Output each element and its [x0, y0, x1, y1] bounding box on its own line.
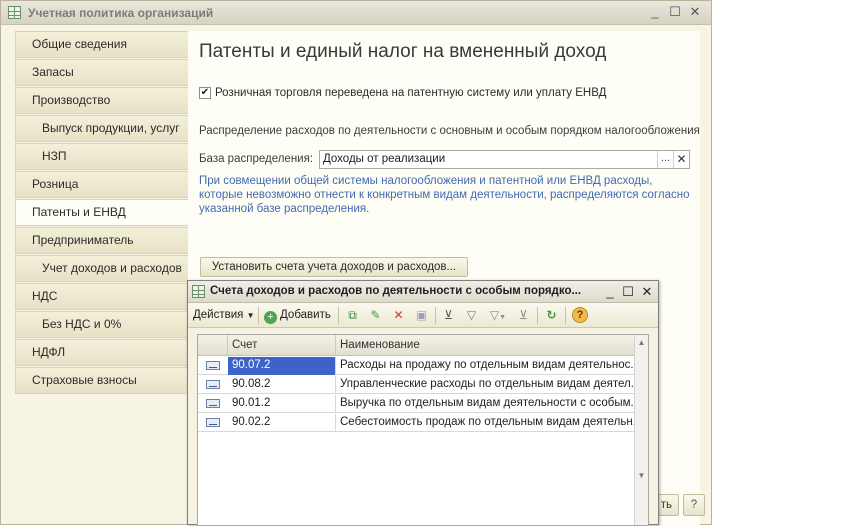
header-account[interactable]: Счет	[228, 335, 336, 356]
cell-account[interactable]: 90.01.2	[228, 395, 336, 413]
chevron-down-icon: ▼	[246, 311, 255, 320]
sidebar-item-wip[interactable]: НЗП	[15, 143, 188, 170]
sidebar-item-retail[interactable]: Розница	[15, 171, 188, 198]
cell-account[interactable]: 90.02.2	[228, 414, 336, 432]
dialog-titlebar[interactable]: Счета доходов и расходов по деятельности…	[188, 281, 658, 303]
account-row-icon	[206, 418, 220, 427]
actions-menu-label: Действия	[193, 309, 244, 321]
sidebar-item-patents-envd[interactable]: Патенты и ЕНВД	[15, 199, 188, 226]
select-dots-icon[interactable]: ...	[657, 151, 673, 168]
distribution-base-label: База распределения:	[199, 153, 314, 165]
sidebar-item-product-output[interactable]: Выпуск продукции, услуг	[15, 115, 188, 142]
clear-filter-icon[interactable]: ⊻	[516, 308, 531, 323]
cell-name[interactable]: Выручка по отдельным видам деятельности …	[336, 395, 635, 413]
accounts-dialog: Счета доходов и расходов по деятельности…	[187, 280, 659, 526]
sidebar-item-production[interactable]: Производство	[15, 87, 188, 114]
scroll-down-icon[interactable]: ▼	[635, 469, 648, 483]
sidebar-item-inventory[interactable]: Запасы	[15, 59, 188, 86]
refresh-icon[interactable]: ↻	[544, 308, 559, 323]
add-copy-icon[interactable]: ⧉	[345, 308, 360, 323]
cell-name[interactable]: Управленческие расходы по отдельным вида…	[336, 376, 635, 394]
table-row[interactable]: 90.01.2 Выручка по отдельным видам деяте…	[198, 395, 635, 413]
distribution-hint: При совмещении общей системы налогооблож…	[199, 175, 690, 215]
header-name[interactable]: Наименование	[336, 335, 635, 356]
toolbar-separator	[258, 307, 259, 324]
minimize-icon[interactable]: _	[647, 4, 663, 20]
dialog-toolbar: Действия ▼ + Добавить ⧉ ✎ ✕ ▣ ⊻ ▽ ▽▼ ⊻ ↻ …	[188, 303, 658, 328]
header-icon-column	[198, 335, 228, 356]
help-icon[interactable]: ?	[572, 307, 588, 323]
table-icon	[8, 6, 21, 19]
table-row[interactable]: 90.02.2 Себестоимость продаж по отдельны…	[198, 414, 635, 432]
table-row[interactable]: 90.08.2 Управленческие расходы по отдель…	[198, 376, 635, 394]
sidebar: Общие сведения Запасы Производство Выпус…	[15, 31, 188, 395]
maximize-icon[interactable]: ☐	[667, 4, 683, 20]
sidebar-item-income-expense[interactable]: Учет доходов и расходов	[15, 255, 188, 282]
accounts-table: Счет Наименование 90.07.2 Расходы на про…	[197, 334, 649, 526]
cell-name[interactable]: Себестоимость продаж по отдельным видам …	[336, 414, 635, 432]
sidebar-item-no-vat[interactable]: Без НДС и 0%	[15, 311, 188, 338]
cell-account[interactable]: 90.08.2	[228, 376, 336, 394]
table-row[interactable]: 90.07.2 Расходы на продажу по отдельным …	[198, 357, 635, 375]
maximize-icon[interactable]: ☐	[621, 284, 635, 299]
retail-patent-checkbox[interactable]: ✔	[199, 87, 211, 99]
edit-pencil-icon[interactable]: ✎	[368, 308, 383, 323]
page-title: Патенты и единый налог на вмененный дохо…	[199, 41, 607, 62]
window-titlebar[interactable]: Учетная политика организаций _ ☐ ✕	[1, 1, 711, 25]
set-accounts-button[interactable]: Установить счета учета доходов и расходо…	[200, 257, 468, 277]
toolbar-separator	[435, 307, 436, 324]
distribution-base-field[interactable]: Доходы от реализации ... ✕	[319, 150, 690, 169]
help-icon: ?	[690, 499, 698, 511]
filter-dropdown-icon[interactable]: ▽▼	[487, 308, 509, 323]
add-plus-icon: +	[264, 311, 277, 324]
scroll-up-icon[interactable]: ▲	[635, 336, 648, 350]
retail-patent-checkbox-label[interactable]: Розничная торговля переведена на патентн…	[215, 87, 606, 99]
dialog-title: Счета доходов и расходов по деятельности…	[210, 285, 582, 297]
minimize-icon[interactable]: _	[603, 284, 617, 299]
account-row-icon	[206, 380, 220, 389]
actions-menu[interactable]: Действия ▼	[193, 307, 255, 324]
add-button-label: Добавить	[280, 309, 331, 321]
sidebar-item-ndfl[interactable]: НДФЛ	[15, 339, 188, 366]
account-row-icon	[206, 361, 220, 370]
distribution-base-value: Доходы от реализации	[323, 153, 446, 165]
delete-x-icon[interactable]: ✕	[391, 308, 406, 323]
filter-icon[interactable]: ⊻	[441, 308, 456, 323]
table-header: Счет Наименование	[198, 335, 648, 356]
table-scrollbar[interactable]: ▲ ▼	[634, 335, 648, 525]
sidebar-item-insurance[interactable]: Страховые взносы	[15, 367, 188, 394]
window-title: Учетная политика организаций	[28, 6, 214, 20]
toolbar-separator	[565, 307, 566, 324]
account-row-icon	[206, 399, 220, 408]
sidebar-item-entrepreneur[interactable]: Предприниматель	[15, 227, 188, 254]
close-icon[interactable]: ✕	[687, 4, 703, 20]
sidebar-item-general[interactable]: Общие сведения	[15, 31, 188, 58]
cell-name[interactable]: Расходы на продажу по отдельным видам де…	[336, 357, 635, 375]
distribution-section-label: Распределение расходов по деятельности с…	[199, 125, 700, 137]
save-disk-icon[interactable]: ▣	[414, 308, 429, 323]
cell-account[interactable]: 90.07.2	[228, 357, 336, 375]
close-icon[interactable]: ✕	[640, 284, 654, 299]
sidebar-item-vat[interactable]: НДС	[15, 283, 188, 310]
help-button[interactable]: ?	[683, 494, 705, 516]
filter-settings-icon[interactable]: ▽	[464, 308, 479, 323]
table-icon	[192, 285, 205, 298]
add-button[interactable]: + Добавить	[264, 307, 331, 324]
clear-x-icon[interactable]: ✕	[673, 151, 689, 168]
toolbar-separator	[338, 307, 339, 324]
toolbar-separator	[537, 307, 538, 324]
